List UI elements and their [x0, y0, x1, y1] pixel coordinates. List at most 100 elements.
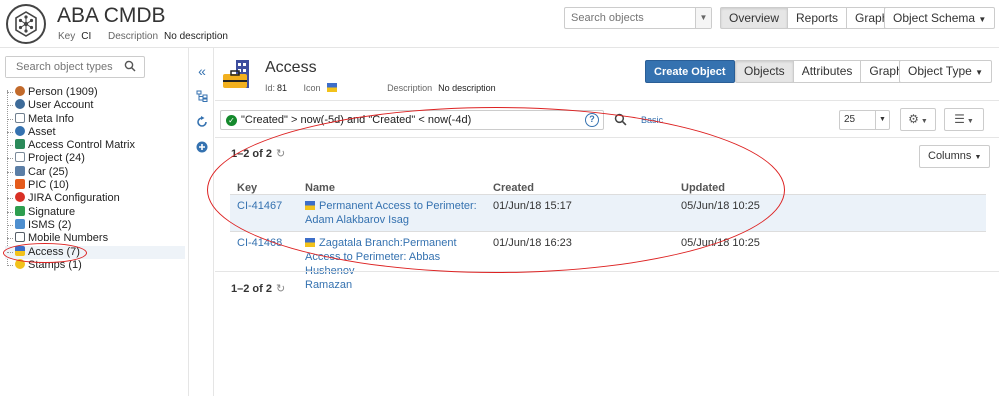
tree-item-label: Car (25) — [28, 165, 69, 178]
tree-item-label: Project (24) — [28, 152, 85, 165]
obj-description-value: No description — [438, 83, 496, 93]
header: ABA CMDB Key CI Description No description… — [0, 0, 999, 48]
object-type-search[interactable] — [5, 56, 145, 78]
app-title: ABA CMDB — [57, 4, 166, 27]
signature-icon — [15, 205, 25, 216]
columns-dropdown[interactable]: Columns ▼ — [919, 145, 991, 168]
access-mini-icon — [326, 83, 337, 92]
annotation-oval — [207, 107, 785, 273]
per-page-value: 25 — [844, 114, 856, 125]
pager-range: 1–2 of — [231, 283, 263, 295]
caret-down-icon: ▼ — [978, 15, 987, 24]
tree-item-label: User Account — [28, 99, 94, 112]
list-menu-icon: ☰ — [954, 112, 965, 126]
tab-overview[interactable]: Overview — [720, 7, 789, 29]
tree-item-jira-configuration[interactable]: JIRA Configuration — [5, 192, 185, 205]
object-type-meta: Id: 81 Icon Description No description — [265, 83, 496, 93]
mobile-icon — [15, 232, 25, 243]
icon-label: Icon — [303, 83, 321, 93]
tab-objects[interactable]: Objects — [735, 60, 794, 83]
tree-item-access-control-matrix[interactable]: Access Control Matrix — [5, 139, 185, 152]
object-type-title: Access — [265, 59, 317, 76]
divider — [215, 271, 999, 272]
per-page-select[interactable]: 25 ▼ — [839, 110, 890, 130]
caret-down-icon: ▼ — [918, 118, 928, 125]
object-search-input[interactable] — [565, 8, 693, 28]
tree-item-label: Signature — [28, 205, 76, 218]
tree-item-project[interactable]: Project (24) — [5, 152, 185, 165]
object-schema-dropdown[interactable]: Object Schema ▼ — [884, 7, 996, 29]
tree-item-asset[interactable]: Asset — [5, 125, 185, 139]
gear-icon: ⚙ — [908, 112, 919, 126]
object-tabs: Objects Attributes Graph — [735, 60, 912, 83]
pager-total: 2 — [265, 283, 272, 295]
tree-item-signature[interactable]: Signature — [5, 205, 185, 219]
tree-item-isms[interactable]: ISMS (2) — [5, 218, 185, 232]
search-icon[interactable] — [124, 60, 136, 72]
valid-check-icon: ✓ — [226, 115, 237, 126]
meta-info-icon — [15, 112, 25, 123]
tree-item-person[interactable]: Person (1909) — [5, 86, 185, 99]
object-type-dropdown[interactable]: Object Type ▼ — [899, 60, 993, 83]
obj-description-label: Description — [387, 83, 433, 93]
asset-icon — [15, 125, 25, 136]
name-line: Ramazan — [305, 278, 353, 291]
chevron-down-icon[interactable]: ▼ — [695, 8, 711, 28]
tree-item-label: Access Control Matrix — [28, 139, 135, 152]
id-label: Id: — [265, 83, 276, 93]
caret-down-icon: ▼ — [974, 154, 982, 161]
view-nav: Overview Reports Graph — [720, 7, 898, 29]
project-icon — [15, 152, 25, 163]
hierarchy-icon[interactable] — [196, 90, 208, 102]
create-object-button[interactable]: Create Object — [645, 60, 735, 83]
object-type-sidebar: Person (1909) User Account Meta Info Ass… — [0, 48, 189, 396]
description-label: Description — [108, 31, 159, 42]
tree-item-label: Asset — [28, 125, 56, 138]
chevron-down-icon: ▼ — [875, 111, 889, 129]
view-menu-dropdown[interactable]: ☰ ▼ — [944, 108, 984, 131]
tab-attributes[interactable]: Attributes — [793, 60, 862, 83]
person-icon — [15, 86, 25, 96]
refresh-icon[interactable]: ↻ — [276, 282, 285, 295]
app-meta: Key CI Description No description — [58, 31, 228, 42]
tree-item-label: Person (1909) — [28, 86, 98, 98]
tree-item-label: ISMS (2) — [28, 218, 72, 231]
pic-icon — [15, 179, 25, 190]
settings-dropdown[interactable]: ⚙ ▼ — [900, 108, 936, 131]
cmdb-logo-icon — [6, 4, 46, 44]
refresh-icon[interactable] — [196, 116, 208, 128]
jira-config-icon — [15, 192, 25, 203]
tree-item-user-account[interactable]: User Account — [5, 99, 185, 112]
tree-item-car[interactable]: Car (25) — [5, 165, 185, 179]
annotation-circle — [3, 243, 87, 263]
matrix-icon — [15, 139, 25, 150]
object-schema-label: Object Schema — [893, 11, 976, 25]
access-type-icon — [223, 60, 249, 88]
tree-item-label: PIC (10) — [28, 179, 69, 192]
user-account-icon — [15, 99, 25, 110]
key-value: CI — [81, 31, 92, 42]
object-type-menu-group: Object Type ▼ — [899, 60, 993, 83]
object-search[interactable]: ▼ — [564, 7, 712, 29]
columns-label: Columns — [928, 150, 972, 162]
add-icon[interactable] — [196, 141, 208, 153]
tab-reports[interactable]: Reports — [788, 7, 848, 29]
id-value: 81 — [277, 83, 288, 93]
pager-bottom: 1–2 of 2 ↻ — [231, 282, 285, 295]
tree-item-meta-info[interactable]: Meta Info — [5, 112, 185, 126]
schema-menu-group: Object Schema ▼ — [884, 7, 996, 29]
object-type-search-input[interactable] — [6, 57, 124, 77]
key-label: Key — [58, 31, 76, 42]
description-value: No description — [164, 31, 228, 42]
car-icon — [15, 165, 25, 176]
tree-item-pic[interactable]: PIC (10) — [5, 179, 185, 192]
collapse-icon[interactable]: « — [196, 64, 208, 78]
tool-rail: « — [190, 48, 214, 396]
caret-down-icon: ▼ — [964, 118, 974, 125]
tree-item-label: JIRA Configuration — [28, 192, 120, 205]
object-type-label: Object Type — [908, 64, 972, 78]
caret-down-icon: ▼ — [975, 68, 984, 77]
tree-item-label: Meta Info — [28, 112, 74, 125]
divider — [215, 100, 999, 101]
isms-icon — [15, 218, 25, 229]
